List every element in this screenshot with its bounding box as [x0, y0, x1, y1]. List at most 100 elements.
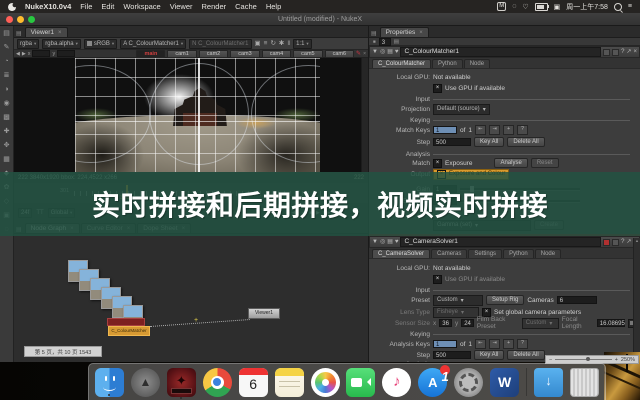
tab-c-colourmatcher[interactable]: C_ColourMatcher — [372, 59, 431, 68]
node-graph-canvas[interactable]: C_ColourMatcher + Viewer1 — [14, 234, 368, 362]
tab-c-camerasolver[interactable]: C_CameraSolver — [372, 249, 430, 258]
toolbox-merge-icon[interactable]: ✚ — [4, 128, 10, 135]
first-key-icon[interactable]: ⇤ — [475, 125, 486, 135]
preset-dropdown[interactable]: Custom▾ — [433, 295, 483, 306]
projection-dropdown[interactable]: Default (source)▾ — [433, 104, 490, 115]
record-button[interactable] — [603, 239, 610, 246]
reset-button[interactable]: Reset — [531, 158, 559, 168]
tab-cameras[interactable]: Cameras — [431, 249, 467, 258]
wipe-icon[interactable]: ▣ — [255, 40, 261, 48]
key-help-icon[interactable]: ? — [517, 125, 528, 135]
toolbox-channel-icon[interactable]: ≣ — [4, 72, 10, 79]
viewer-image[interactable] — [75, 58, 320, 172]
properties-scrollbar[interactable]: ▲ ▼ — [633, 238, 640, 362]
view-cam2-button[interactable]: cam2 — [199, 50, 228, 58]
node-title-field[interactable]: C_ColourMatcher1 — [400, 47, 601, 57]
tab-close-icon[interactable]: × — [419, 30, 423, 36]
alpha-dropdown[interactable]: rgba.alpha▾ — [42, 39, 81, 49]
tab-python[interactable]: Python — [432, 59, 463, 68]
dock-notes[interactable] — [275, 368, 304, 397]
menu-app-name[interactable]: NukeX10.0v4 — [25, 2, 71, 11]
dock-app-store[interactable]: A 1 — [418, 368, 447, 397]
node-title-field[interactable]: C_CameraSolver1 — [400, 237, 601, 247]
close-icon[interactable]: × — [633, 49, 637, 55]
match-keys-field[interactable]: 1 — [433, 126, 457, 134]
toolbox-filter-icon[interactable]: ◉ — [3, 100, 9, 107]
spotlight-search-icon[interactable] — [614, 3, 622, 11]
delete-all-button[interactable]: Delete All — [507, 137, 544, 147]
menu-item-help[interactable]: Help — [266, 2, 281, 11]
node-color-button[interactable] — [603, 49, 610, 56]
first-key-icon[interactable]: ⇤ — [475, 339, 486, 349]
collapse-icon[interactable]: ▼ — [372, 49, 378, 55]
favorite-icon[interactable]: ♥ — [395, 49, 399, 55]
menu-item-cache[interactable]: Cache — [235, 2, 257, 11]
use-gpu-checkbox[interactable]: × — [433, 275, 442, 284]
word-zoom-slider[interactable] — [555, 359, 611, 360]
sensor-x-field[interactable]: 36 — [439, 319, 452, 327]
help-icon[interactable]: ? — [621, 239, 624, 245]
menu-clock[interactable]: 周一上午7:58 — [566, 2, 608, 12]
input-a-dropdown[interactable]: A C_ColourMatcher1▾ — [120, 39, 186, 49]
favorite-icon[interactable]: ♥ — [395, 239, 399, 245]
channels-dropdown[interactable]: rgba▾ — [17, 39, 39, 49]
menu-item-file[interactable]: File — [80, 2, 92, 11]
lock-icon[interactable]: ■ — [373, 39, 376, 44]
dock-system-preferences[interactable] — [454, 368, 483, 397]
pause-icon[interactable]: ‖ — [287, 40, 290, 48]
viewer-node[interactable]: Viewer1 — [248, 308, 280, 319]
view-cam1-button[interactable]: cam1 — [167, 50, 196, 58]
dock-chrome[interactable] — [203, 368, 232, 397]
last-key-icon[interactable]: ⇥ — [489, 125, 500, 135]
undock-icon[interactable]: ↗ — [626, 49, 631, 55]
add-key-icon[interactable]: + — [503, 339, 514, 349]
zoom-dropdown[interactable]: 1:1▾ — [293, 39, 312, 49]
exposure-checkbox[interactable]: × — [433, 159, 442, 168]
toolbox-transform-icon[interactable]: ✥ — [4, 142, 10, 149]
close-icon[interactable]: × — [363, 51, 366, 57]
list-icon[interactable]: ≡ — [264, 40, 268, 48]
pane-menu-icon[interactable]: ▤ — [16, 30, 22, 37]
center-node-icon[interactable]: ◎ — [380, 49, 385, 55]
undock-icon[interactable]: ↗ — [626, 239, 631, 245]
sensor-y-field[interactable]: 24 — [461, 319, 474, 327]
node-color-button[interactable] — [612, 239, 619, 246]
apple-menu-icon[interactable] — [8, 3, 16, 11]
notification-center-icon[interactable]: ≡ — [628, 3, 632, 10]
menu-item-workspace[interactable]: Workspace — [123, 2, 160, 11]
roi-icon[interactable]: ✱ — [279, 40, 284, 48]
tab-viewer1[interactable]: Viewer1 × — [25, 27, 68, 37]
brush-icon[interactable]: ✎ — [356, 50, 361, 57]
dock-word[interactable]: W — [490, 368, 519, 397]
scroll-up-icon[interactable]: ▲ — [635, 238, 639, 243]
view-cam3-button[interactable]: cam3 — [230, 50, 259, 58]
prev-arrow-icon[interactable]: ◀ — [16, 50, 20, 58]
refresh-icon[interactable]: ↻ — [270, 40, 275, 48]
dock-trash[interactable] — [570, 368, 599, 397]
menu-item-edit[interactable]: Edit — [101, 2, 114, 11]
tab-node[interactable]: Node — [535, 249, 561, 258]
add-key-icon[interactable]: + — [503, 125, 514, 135]
focal-field[interactable]: 16.08695 — [597, 319, 625, 327]
trash-small-icon[interactable]: ▤ — [394, 39, 399, 45]
toolbox-time-icon[interactable]: ◔ — [4, 58, 8, 65]
menu-item-render[interactable]: Render — [202, 2, 227, 11]
input-method-icon[interactable]: M — [497, 2, 506, 11]
film-back-dropdown[interactable]: Custom▾ — [522, 318, 559, 329]
status-circle-icon[interactable]: ◌ — [512, 3, 516, 10]
dock-nuke[interactable]: ✦ — [167, 368, 196, 397]
bin-count-field[interactable]: 3 — [379, 38, 391, 46]
last-key-icon[interactable]: ⇥ — [489, 339, 500, 349]
step-field[interactable]: 500 — [433, 351, 471, 359]
input-b-dropdown[interactable]: N C_ColourMatcher1 — [189, 39, 251, 49]
view-cam4-button[interactable]: cam4 — [262, 50, 291, 58]
dock-downloads[interactable]: ↓ — [534, 368, 563, 397]
tab-python[interactable]: Python — [503, 249, 534, 258]
tab-settings[interactable]: Settings — [468, 249, 502, 258]
toolbox-draw-icon[interactable]: ✎ — [4, 44, 10, 51]
zoom-in-icon[interactable]: + — [615, 357, 618, 363]
toolbox-3d-icon[interactable]: ▦ — [3, 156, 10, 163]
view-cam5-button[interactable]: cam5 — [293, 50, 322, 58]
key-help-icon[interactable]: ? — [517, 339, 528, 349]
view-main-button[interactable]: main — [136, 50, 165, 58]
